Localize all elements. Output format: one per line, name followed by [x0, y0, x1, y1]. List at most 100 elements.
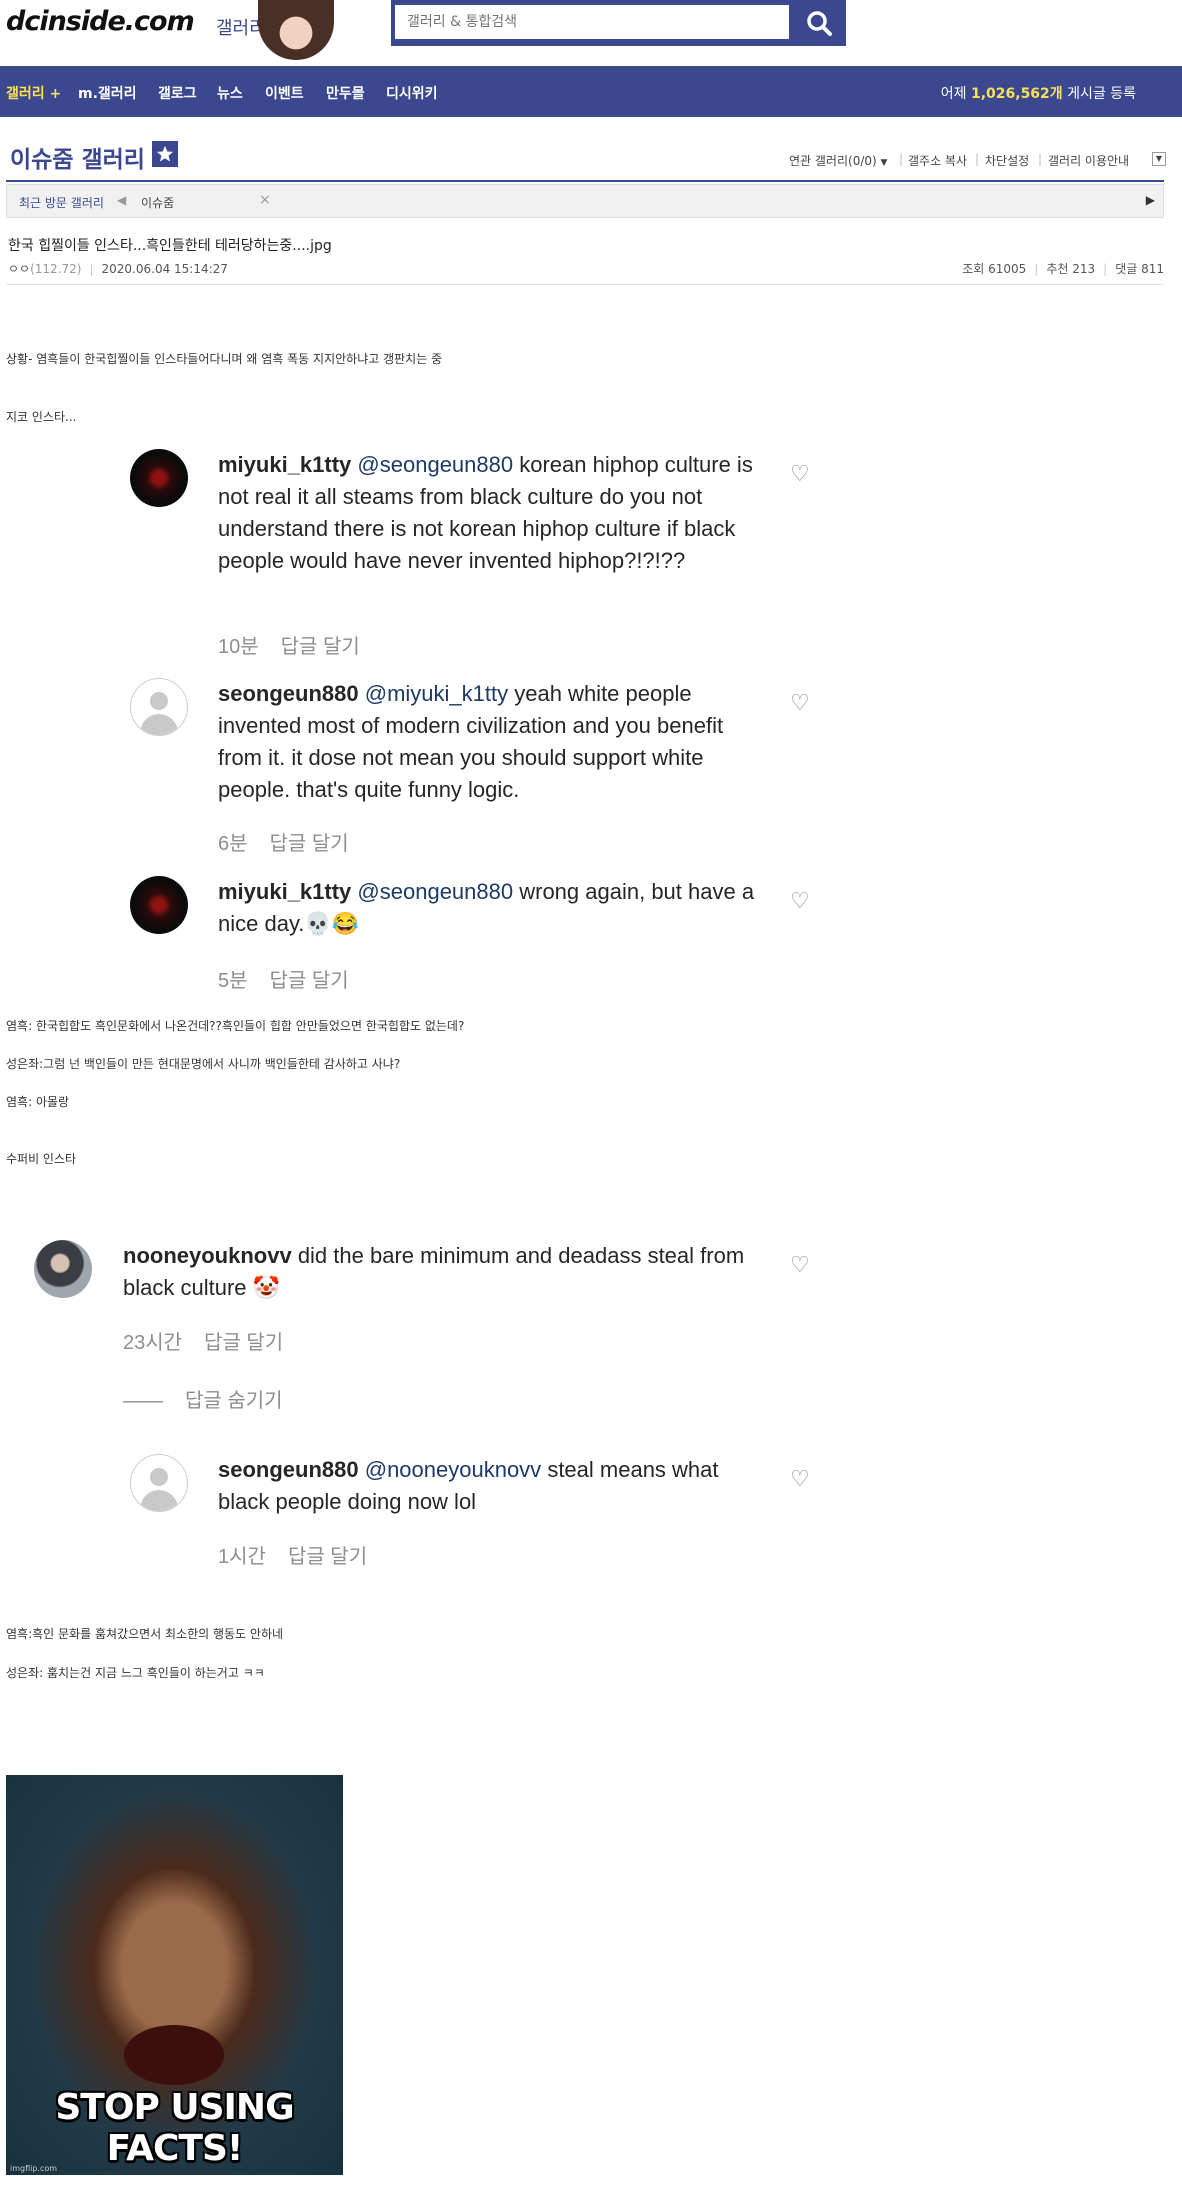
comment-mention: @miyuki_k1tty — [364, 681, 509, 706]
body-paragraph: 성은좌:그럼 넌 백인들이 만든 현대문명에서 사니까 백인들한테 감사하고 사… — [6, 1057, 401, 1071]
recent-gallery-item[interactable]: 이슈줌 — [141, 194, 174, 211]
divider — [6, 180, 1164, 182]
comment-username: miyuki_k1tty — [218, 879, 352, 904]
comment-username: seongeun880 — [218, 681, 359, 706]
reply-link: 답글 달기 — [287, 1546, 368, 1568]
copy-address-link[interactable]: 갤주소 복사 — [908, 152, 967, 169]
banner-avatar — [258, 0, 334, 60]
comment-footer: 10분 답글 달기 — [218, 630, 382, 659]
comment-username: seongeun880 — [218, 1457, 359, 1482]
comment-username: nooneyouknovv — [123, 1243, 292, 1268]
nav-gallery[interactable]: 갤러리 + — [6, 83, 61, 103]
gallery-title[interactable]: 이슈줌 갤러리 — [10, 140, 145, 174]
heart-icon[interactable]: ♡ — [790, 1469, 810, 1491]
comment-text: seongeun880 @nooneyouknovv steal means w… — [218, 1454, 773, 1518]
next-arrow-icon[interactable]: ▶ — [1146, 193, 1155, 207]
caret-down-icon: ▼ — [880, 158, 888, 168]
reply-link: 답글 달기 — [269, 970, 349, 992]
comment-mention: @seongeun880 — [357, 879, 514, 904]
heart-icon[interactable]: ♡ — [790, 693, 810, 715]
post-meta: ㅇㅇ(112.72) | 2020.06.04 15:14:27 — [8, 260, 228, 277]
post-date: 2020.06.04 15:14:27 — [101, 262, 228, 276]
heart-icon[interactable]: ♡ — [790, 1255, 810, 1277]
caret-down-icon: ▼ — [1155, 154, 1163, 163]
meta-divider: | — [89, 262, 94, 276]
block-settings-link[interactable]: 차단설정 — [985, 152, 1029, 169]
comment-text: seongeun880 @miyuki_k1tty yeah white peo… — [218, 678, 773, 806]
meta-divider: | — [1103, 262, 1108, 276]
nav-dcwiki[interactable]: 디시위키 — [386, 83, 438, 103]
user-avatar — [34, 1240, 92, 1298]
comment-mention: @seongeun880 — [357, 452, 514, 477]
comment-time: 23시간 — [123, 1332, 183, 1354]
util-divider: | — [1038, 152, 1043, 166]
reply-link: 답글 달기 — [204, 1332, 284, 1354]
prev-arrow-icon[interactable]: ◀ — [117, 193, 126, 207]
body-paragraph: 성은좌: 훔치는건 지금 느그 흑인들이 하는거고 ㅋㅋ — [6, 1666, 265, 1680]
meme-image: STOP USING FACTS! imgflip.com — [6, 1775, 343, 2175]
daily-post-count: 어제 1,026,562개 게시글 등록 — [941, 83, 1136, 103]
reply-link: 답글 달기 — [280, 636, 360, 658]
comment-time: 1시간 — [218, 1546, 266, 1568]
more-dropdown-button[interactable]: ▼ — [1152, 152, 1166, 166]
body-paragraph: 상황- 염흑들이 한국힙찔이들 인스타들어다니며 왜 염흑 폭동 지지안하냐고 … — [6, 352, 443, 366]
recent-galleries-label: 최근 방문 갤러리 — [19, 196, 104, 210]
comment-footer: 1시간 답글 달기 — [218, 1540, 389, 1569]
stat-value: 1,026,562개 — [970, 86, 1063, 102]
recommend-count: 추천 213 — [1046, 262, 1096, 276]
body-paragraph: 염흑:흑인 문화를 훔쳐갔으면서 최소한의 행동도 안하네 — [6, 1627, 284, 1641]
hide-replies-toggle: —— 답글 숨기기 — [123, 1384, 305, 1413]
comment-time: 5분 — [218, 970, 248, 992]
post-ip: (112.72) — [30, 262, 82, 276]
favorite-button[interactable] — [152, 141, 178, 167]
nav-news[interactable]: 뉴스 — [217, 83, 243, 103]
util-divider: | — [899, 152, 904, 166]
nav-m-gallery[interactable]: m.갤러리 — [78, 83, 137, 103]
replies-line: —— — [123, 1390, 163, 1412]
heart-icon[interactable]: ♡ — [790, 464, 810, 486]
stat-prefix: 어제 — [940, 86, 967, 102]
gallery-guide-link[interactable]: 갤러리 이용안내 — [1048, 152, 1129, 169]
site-logo[interactable]: dcinside.com — [6, 6, 195, 37]
meme-credit: imgflip.com — [10, 2164, 58, 2173]
recent-galleries-bar: 최근 방문 갤러리 ◀ 이슈줌 × ▶ — [6, 184, 1164, 218]
body-paragraph: 지코 인스타... — [6, 410, 77, 424]
comment-text: nooneyouknovv did the bare minimum and d… — [123, 1240, 773, 1304]
reply-link: 답글 달기 — [269, 833, 349, 855]
related-gallery-link[interactable]: 연관 갤러리(0/0) ▼ — [789, 152, 887, 169]
comment-text: miyuki_k1tty @seongeun880 korean hiphop … — [218, 449, 773, 577]
nav-gallog[interactable]: 갤로그 — [158, 83, 197, 103]
divider — [6, 284, 1164, 285]
user-avatar — [130, 876, 188, 934]
nav-mandumall[interactable]: 만두몰 — [326, 83, 365, 103]
comment-footer: 5분 답글 달기 — [218, 964, 371, 993]
nav-event[interactable]: 이벤트 — [265, 83, 304, 103]
comment-footer: 6분 답글 달기 — [218, 827, 371, 856]
body-paragraph: 염흑: 아몰랑 — [6, 1095, 70, 1109]
comment-count[interactable]: 댓글 811 — [1115, 262, 1164, 276]
search-icon — [807, 11, 832, 36]
user-avatar — [130, 678, 188, 736]
post-stats: 조회 61005 | 추천 213 | 댓글 811 — [962, 260, 1164, 277]
util-divider: | — [975, 152, 980, 166]
body-paragraph: 염흑: 한국힙합도 흑인문화에서 나온건데??흑인들이 힙합 안만들었으면 한국… — [6, 1019, 465, 1033]
comment-footer: 23시간 답글 달기 — [123, 1326, 305, 1355]
hide-replies-link: 답글 숨기기 — [185, 1390, 283, 1412]
post-title: 한국 힙찔이들 인스타...흑인들한테 테러당하는중....jpg — [8, 238, 332, 254]
search-input[interactable] — [395, 5, 789, 39]
user-avatar — [130, 1454, 188, 1512]
user-avatar — [130, 449, 188, 507]
comment-time: 10분 — [218, 636, 259, 658]
meta-divider: | — [1034, 262, 1039, 276]
post-author[interactable]: ㅇㅇ — [8, 262, 30, 276]
view-count: 조회 61005 — [962, 262, 1027, 276]
meme-caption: STOP USING FACTS! — [55, 2087, 294, 2169]
comment-mention: @nooneyouknovv — [364, 1457, 542, 1482]
meme-face — [124, 2025, 224, 2085]
stat-suffix: 게시글 등록 — [1067, 86, 1136, 102]
close-icon[interactable]: × — [259, 192, 271, 208]
heart-icon[interactable]: ♡ — [790, 891, 810, 913]
search-bar — [391, 0, 846, 46]
body-paragraph: 수퍼비 인스타 — [6, 1152, 77, 1166]
search-button[interactable] — [797, 4, 841, 42]
